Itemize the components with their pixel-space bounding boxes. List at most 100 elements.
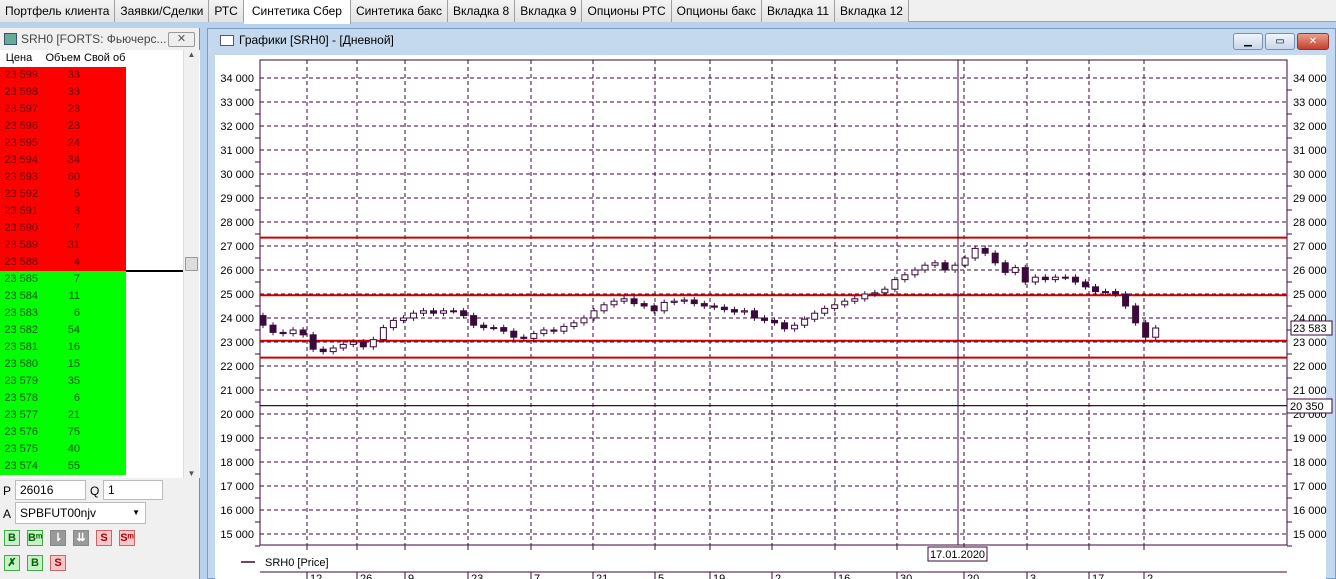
candle-body (610, 300, 618, 306)
candle-body (720, 306, 728, 311)
candle-body (399, 317, 407, 321)
candle-body (1132, 305, 1140, 324)
candle-body (1102, 291, 1110, 294)
y-tick-label-left: 21 000 (220, 385, 254, 397)
y-tick-label-left: 22 000 (220, 361, 254, 373)
candle-body (299, 329, 307, 336)
candle-body (349, 341, 357, 345)
x-tick-label: 26 (360, 573, 372, 579)
candle-body (680, 299, 688, 302)
candle-body (1142, 322, 1150, 338)
x-tick-label: 9 (408, 573, 414, 579)
candle-body (339, 343, 347, 349)
candle-body (971, 247, 979, 259)
x-tick-label: 12 (310, 573, 322, 579)
y-tick-label-right: 29 000 (1293, 193, 1327, 205)
candle-body (1122, 293, 1130, 307)
y-tick-label-left: 28 000 (220, 217, 254, 229)
y-tick-label-left: 18 000 (220, 457, 254, 469)
candle-body (710, 305, 718, 308)
y-tick-label-right: 25 000 (1293, 289, 1327, 301)
candle-body (289, 329, 297, 335)
candle-body (921, 264, 929, 271)
y-tick-label-right: 16 000 (1293, 505, 1327, 517)
y-tick-label-left: 17 000 (220, 481, 254, 493)
y-tick-label-right: 26 000 (1293, 265, 1327, 277)
candle-body (1011, 267, 1019, 273)
x-tick-label: 30 (900, 573, 912, 579)
candle-body (801, 318, 809, 326)
candle-body (991, 252, 999, 264)
x-tick-label: 17 (1092, 573, 1104, 579)
y-tick-label-right: 30 000 (1293, 169, 1327, 181)
candle-body (1061, 276, 1069, 279)
candle-body (640, 303, 648, 307)
candle-body (821, 307, 829, 314)
candle-body (1021, 267, 1029, 283)
candle-body (1001, 262, 1009, 273)
crosshair-date: 17.01.2020 (930, 549, 985, 561)
candle-body (1071, 276, 1079, 283)
candle-body (379, 327, 387, 341)
level-label: 20 350 (1290, 401, 1324, 413)
candle-body (460, 310, 468, 317)
candle-body (700, 303, 708, 307)
candle-body (881, 288, 889, 294)
candle-body (861, 293, 869, 300)
candle-body (500, 327, 508, 332)
candle-body (279, 331, 287, 335)
y-tick-label-right: 22 000 (1293, 361, 1327, 373)
y-tick-label-left: 23 000 (220, 337, 254, 349)
y-tick-label-right: 15 000 (1293, 529, 1327, 541)
y-tick-label-left: 27 000 (220, 241, 254, 253)
x-tick-label: 21 (596, 573, 608, 579)
x-tick-label: 7 (534, 573, 540, 579)
y-tick-label-right: 21 000 (1293, 385, 1327, 397)
candle-body (430, 310, 438, 314)
candle-body (911, 269, 919, 276)
candle-body (1041, 276, 1049, 281)
candle-body (470, 315, 478, 326)
candle-body (781, 322, 789, 330)
candle-body (841, 300, 849, 306)
candle-body (409, 312, 417, 319)
y-tick-label-left: 25 000 (220, 289, 254, 301)
price-chart: 34 000 34 000 33 000 33 000 32 000 32 000 31 0… (220, 59, 1333, 579)
x-tick-label: 20 (967, 573, 979, 579)
y-tick-label-right: 31 000 (1293, 145, 1327, 157)
candle-body (740, 310, 748, 313)
candle-body (309, 334, 317, 350)
y-tick-label-left: 32 000 (220, 121, 254, 133)
y-tick-label-right: 18 000 (1293, 457, 1327, 469)
y-tick-label-right: 28 000 (1293, 217, 1327, 229)
candle-body (771, 319, 779, 324)
y-tick-label-left: 24 000 (220, 313, 254, 325)
candle-body (419, 310, 427, 314)
y-tick-label-left: 33 000 (220, 97, 254, 109)
candle-body (660, 301, 668, 312)
candle-body (1051, 276, 1059, 281)
candle-body (480, 324, 488, 329)
candle-body (831, 304, 839, 309)
candle-body (1152, 327, 1160, 338)
candle-body (650, 305, 658, 312)
x-tick-label: 5 (658, 573, 664, 579)
candle-body (329, 347, 337, 353)
candle-body (1031, 276, 1039, 283)
x-tick-label: 16 (838, 573, 850, 579)
candle-body (590, 310, 598, 319)
candle-body (811, 312, 819, 320)
candle-body (941, 262, 949, 271)
y-tick-label-left: 16 000 (220, 505, 254, 517)
candle-body (600, 304, 608, 312)
candle-body (620, 298, 628, 302)
candle-body (981, 247, 989, 254)
candle-body (931, 262, 939, 266)
candle-body (761, 317, 768, 321)
legend-label: SRH0 [Price] (265, 557, 329, 569)
candle-body (1081, 281, 1089, 288)
candle-body (550, 329, 558, 332)
y-tick-label-left: 19 000 (220, 433, 254, 445)
y-tick-label-right: 23 000 (1293, 337, 1327, 349)
y-tick-label-left: 34 000 (220, 73, 254, 85)
